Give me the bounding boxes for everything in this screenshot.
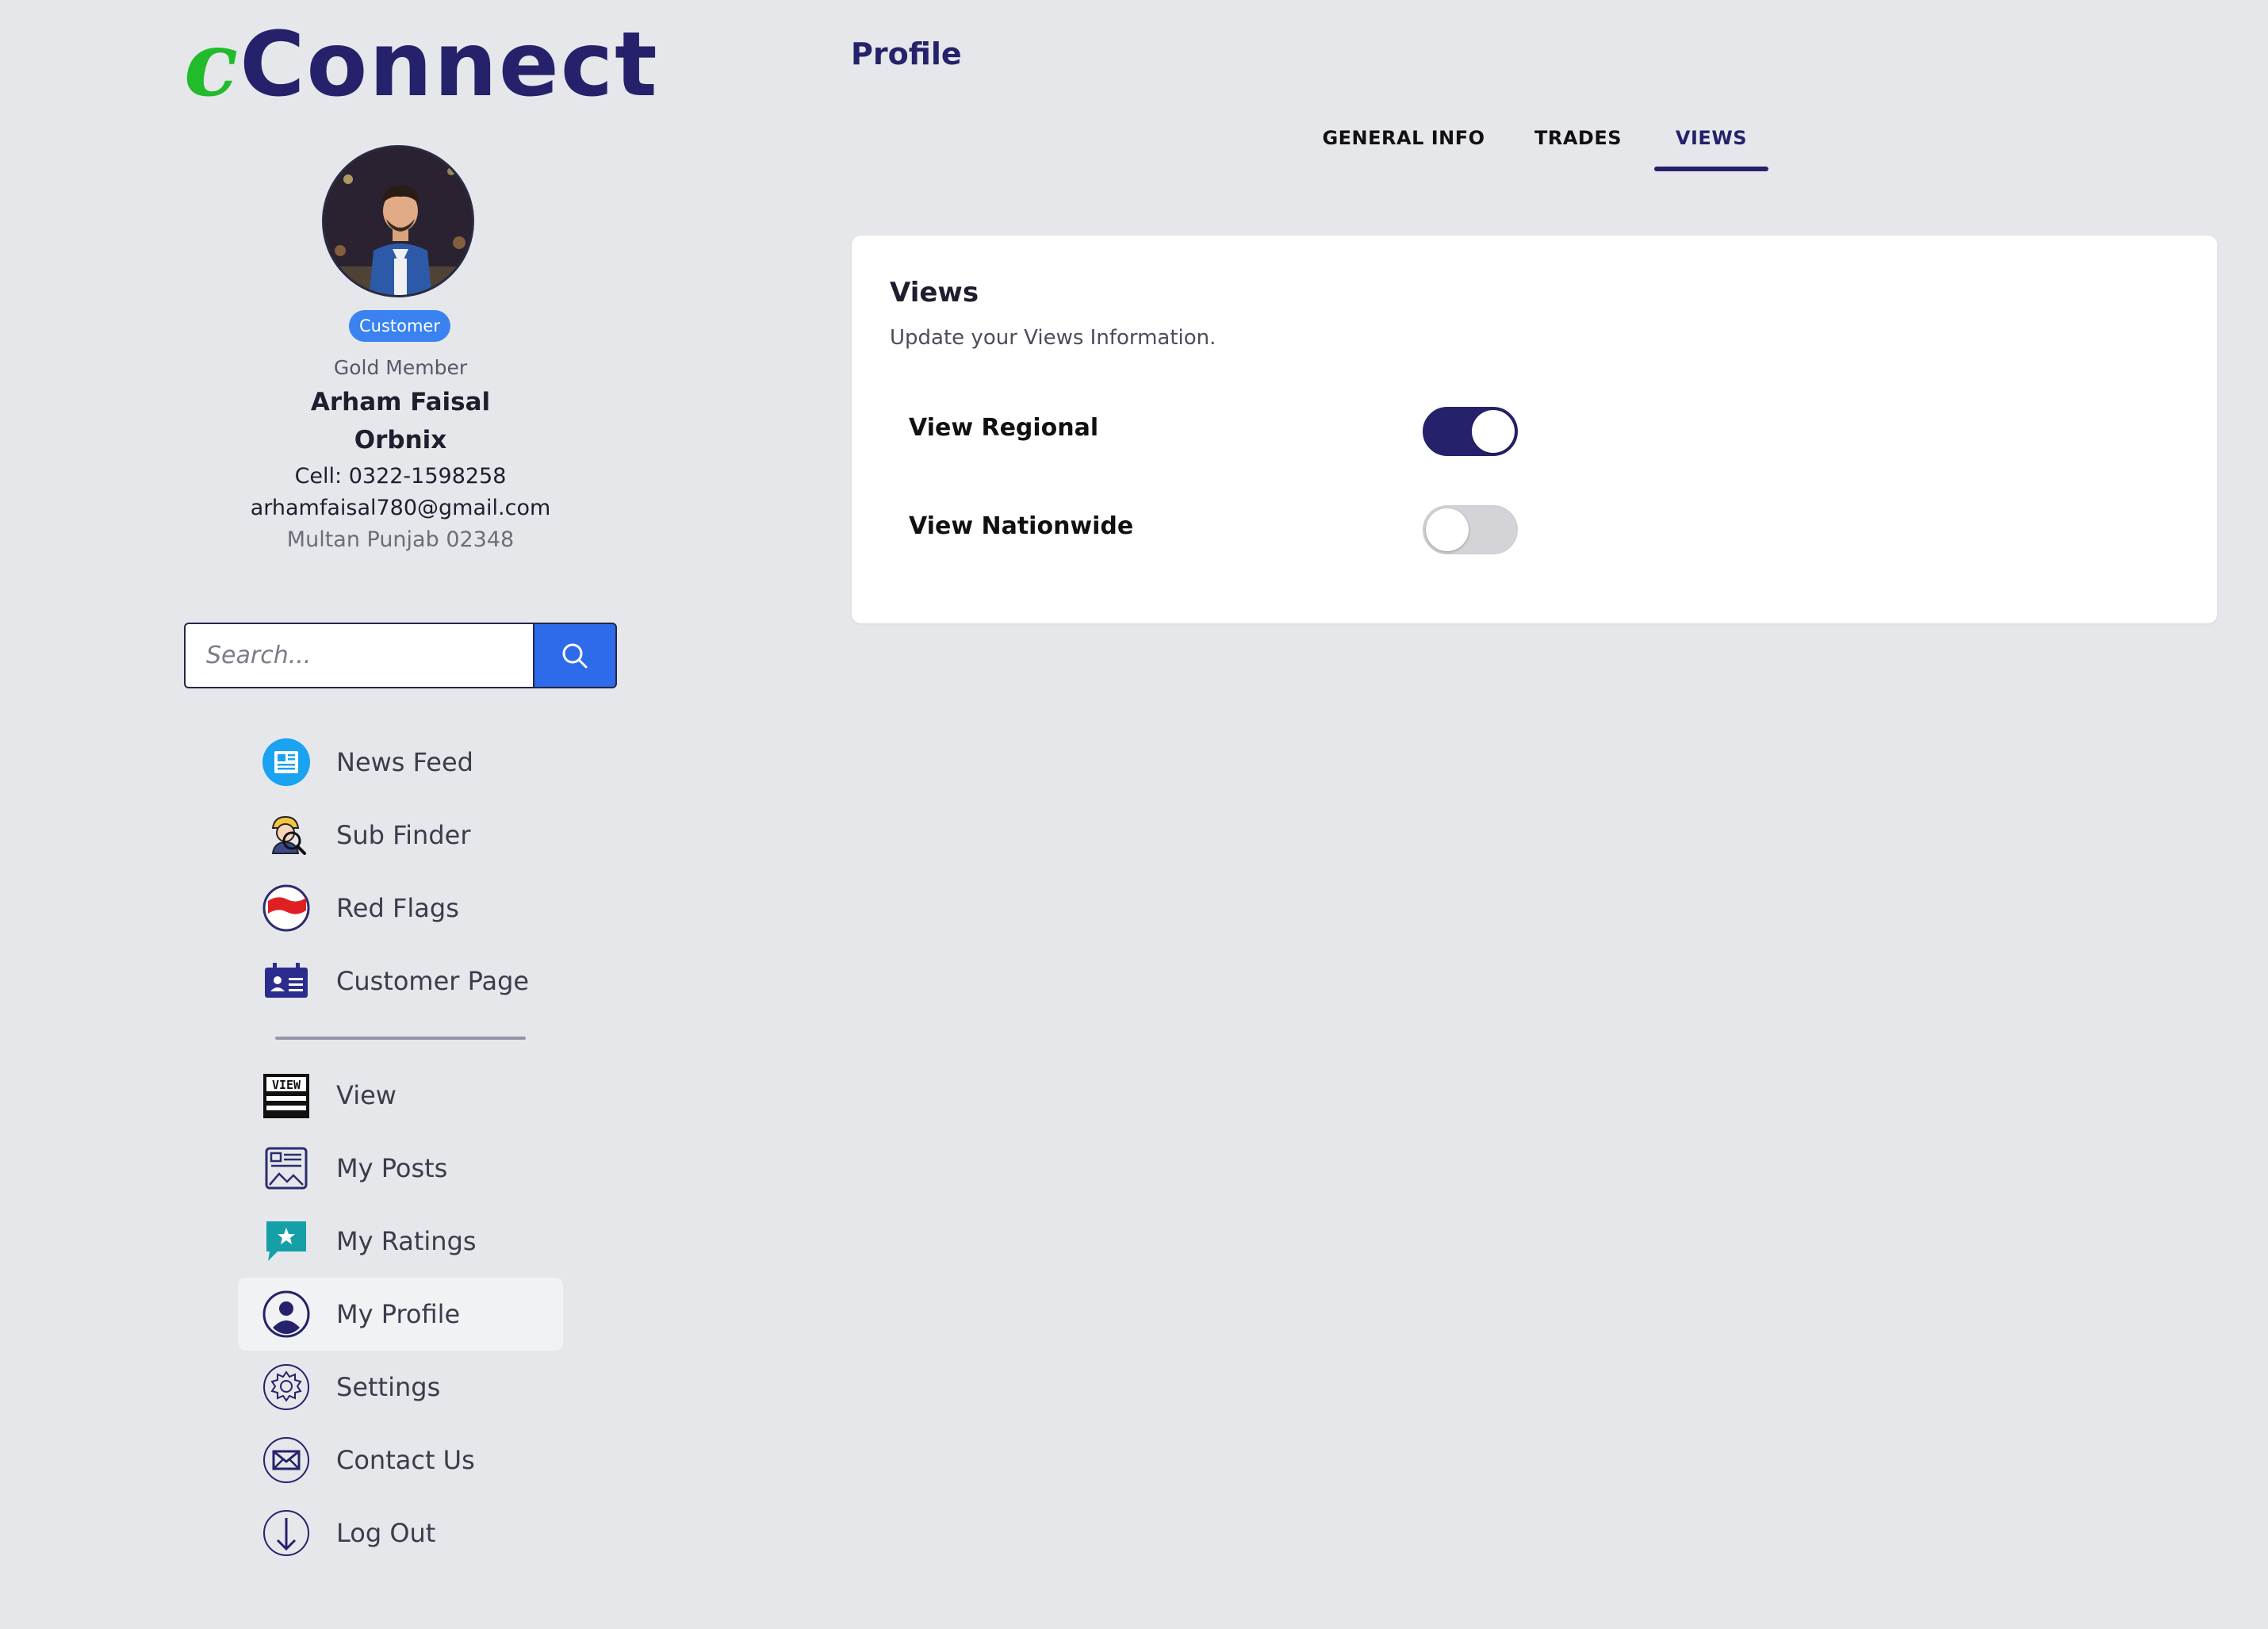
avatar[interactable] (322, 145, 474, 297)
search-button[interactable] (533, 623, 617, 688)
arrow-down-icon (262, 1508, 311, 1558)
search-bar (184, 623, 617, 688)
profile-email: arhamfaisal780@gmail.com (250, 496, 551, 520)
nav-item-my-posts[interactable]: My Posts (238, 1132, 563, 1205)
toggle-knob (1472, 410, 1515, 453)
search-input[interactable] (184, 623, 533, 688)
logo-text: Connect (239, 13, 659, 117)
nav-label: News Feed (336, 747, 473, 777)
nav-item-settings[interactable]: Settings (238, 1351, 563, 1424)
worker-search-icon (262, 811, 311, 860)
active-tab-indicator (1654, 167, 1768, 171)
nav-label: Log Out (336, 1518, 436, 1548)
tab-general-info[interactable]: GENERAL INFO (1322, 127, 1485, 174)
search-icon (562, 643, 588, 668)
nav-label: Contact Us (336, 1445, 475, 1475)
gear-icon (262, 1363, 311, 1412)
posts-icon (262, 1144, 311, 1193)
red-flag-icon (262, 883, 311, 933)
view-regional-toggle[interactable] (1423, 407, 1518, 456)
membership-level: Gold Member (333, 356, 468, 379)
profile-company: Orbnix (354, 426, 447, 454)
user-icon (262, 1290, 311, 1339)
card-subtitle: Update your Views Information. (890, 326, 1216, 350)
nav-divider (275, 1037, 526, 1040)
profile-name: Arham Faisal (310, 388, 491, 416)
nav-item-contact-us[interactable]: Contact Us (238, 1424, 563, 1497)
nav-item-view[interactable]: VIEW View (238, 1059, 563, 1132)
view-regional-label: View Regional (909, 414, 1099, 442)
nav-item-my-profile[interactable]: My Profile (238, 1278, 563, 1351)
nav-label: Settings (336, 1372, 441, 1402)
nav-item-news-feed[interactable]: News Feed (238, 726, 563, 799)
tab-trades[interactable]: TRADES (1531, 127, 1626, 174)
nav-label: My Profile (336, 1299, 461, 1329)
id-card-icon (262, 956, 311, 1006)
nav-label: Customer Page (336, 966, 530, 996)
profile-address: Multan Punjab 02348 (286, 527, 515, 552)
role-badge: Customer (349, 310, 450, 342)
nav-label: My Posts (336, 1153, 448, 1183)
logo-mark: c (184, 13, 240, 117)
avatar-photo (324, 148, 472, 295)
toggle-knob (1426, 508, 1469, 551)
nav-item-red-flags[interactable]: Red Flags (238, 872, 563, 945)
newspaper-icon (262, 738, 311, 787)
app-logo[interactable]: cConnect (184, 13, 659, 117)
nav-item-my-ratings[interactable]: My Ratings (238, 1205, 563, 1278)
nav-label: Red Flags (336, 893, 459, 923)
page-title: Profile (851, 36, 962, 71)
view-icon: VIEW (262, 1071, 311, 1120)
profile-cell: Cell: 0322-1598258 (294, 464, 507, 489)
app-root: cConnect Customer Gold Member Arham Fais… (0, 0, 2268, 1629)
nav-label: My Ratings (336, 1226, 477, 1256)
views-card: Views Update your Views Information. Vie… (852, 236, 2217, 623)
nav-item-log-out[interactable]: Log Out (238, 1497, 563, 1570)
nav-label: Sub Finder (336, 820, 471, 850)
envelope-icon (262, 1435, 311, 1485)
nav-item-customer-page[interactable]: Customer Page (238, 945, 563, 1018)
card-title: Views (890, 277, 979, 309)
nav-item-sub-finder[interactable]: Sub Finder (238, 799, 563, 872)
svg-text:VIEW: VIEW (272, 1078, 301, 1092)
view-nationwide-label: View Nationwide (909, 512, 1134, 540)
nav-label: View (336, 1080, 397, 1110)
view-nationwide-toggle[interactable] (1423, 505, 1518, 554)
star-chat-icon (262, 1217, 311, 1266)
